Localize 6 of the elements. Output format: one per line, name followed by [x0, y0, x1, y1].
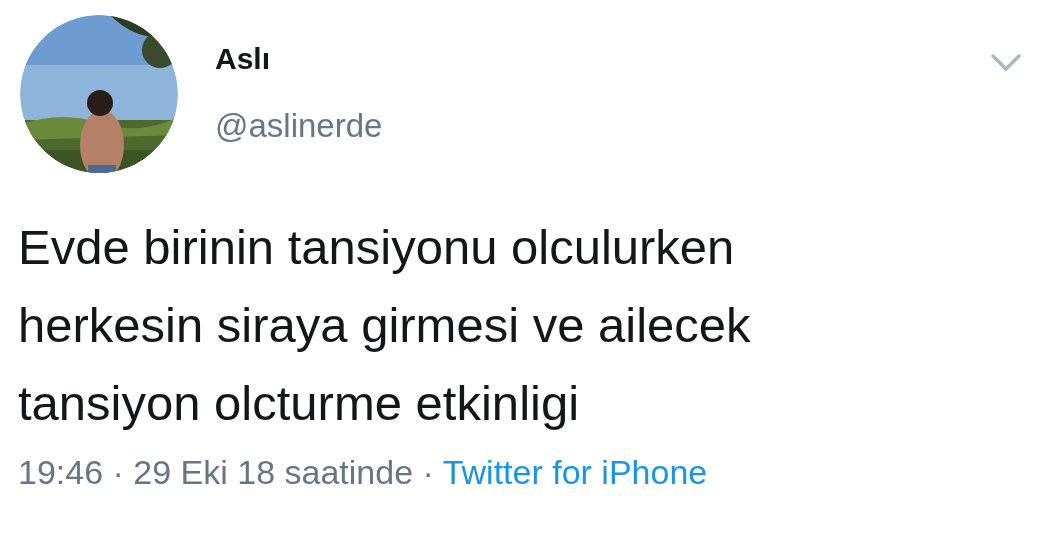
user-handle: @aslinerde	[215, 106, 383, 146]
tweet-text: Evde birinin tansiyonu olculurken herkesin siraya girmesi ve ailecek tansiyon olcturme etkinligi	[18, 219, 752, 432]
tweet-meta: 19:46 · 29 Eki 18 saatinde · Twitter for iPhone	[18, 452, 709, 493]
source-link[interactable]: Twitter for iPhone	[442, 453, 708, 491]
chevron-down-icon[interactable]	[990, 53, 1022, 73]
user-name: Aslı	[215, 41, 272, 77]
